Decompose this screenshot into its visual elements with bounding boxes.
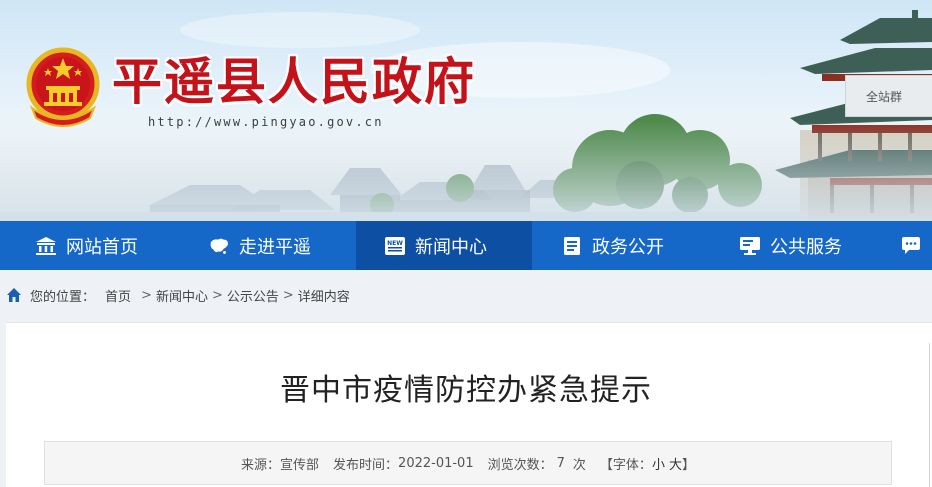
monitor-icon [739,235,761,257]
nav-item-interaction[interactable] [888,221,932,270]
nav-item-label: 新闻中心 [415,236,487,258]
chat-bubble-icon [900,235,922,257]
views-unit: 次 [572,457,586,473]
date-value: 2022-01-01 [398,455,474,471]
nav-item-about[interactable]: 走进平遥 [178,221,356,270]
nav-item-services[interactable]: 公共服务 [710,221,888,270]
date-label: 发布时间： [333,457,399,473]
nav-item-label: 公共服务 [770,236,842,258]
site-group-button[interactable]: 全站群 [845,75,932,117]
font-large-link[interactable]: 大 [669,454,682,473]
breadcrumb-separator: > [211,287,223,303]
nav-item-label: 政务公开 [592,236,664,258]
breadcrumb-separator: > [282,287,294,303]
article-title: 晋中市疫情防控办紧急提示 [280,373,652,408]
breadcrumb-home[interactable]: 首页 [105,286,131,305]
breadcrumb-separator: > [141,287,152,303]
nav-item-affairs[interactable]: 政务公开 [532,221,710,270]
breadcrumb-prefix: 您的位置： [30,289,96,305]
home-icon [7,288,21,302]
nav-item-home[interactable]: 网站首页 [0,221,178,270]
breadcrumb: 您的位置： 首页 > 新闻中心 > 公示公告 > 详细内容 [0,270,932,320]
breadcrumb-news[interactable]: 新闻中心 [156,286,208,305]
document-icon [561,235,583,257]
svg-text:NEW: NEW [387,240,403,247]
bank-icon [35,235,57,257]
article-panel: 晋中市疫情防控办紧急提示 来源： 宣传部 发布时间： 2022-01-01 浏览… [6,322,932,487]
site-title: 平遥县人民政府 [112,52,476,111]
nav-item-label: 走进平遥 [239,236,311,258]
panel-divider [929,343,930,487]
breadcrumb-notices[interactable]: 公示公告 [227,286,279,305]
font-small-link[interactable]: 小 [652,454,665,473]
font-size-close: 】 [681,457,695,473]
banner-haze [0,120,932,221]
views-value: 7 [556,455,565,471]
site-banner: 平遥县人民政府 http://www.pingyao.gov.cn 全站群 [0,0,932,221]
views-label: 浏览次数： [487,457,553,473]
main-nav: 网站首页 走进平遥 NEW 新闻中心 政务公开 公共服务 [0,221,932,270]
nav-item-news[interactable]: NEW 新闻中心 [356,221,532,270]
nav-item-label: 网站首页 [66,236,138,258]
source-label: 来源： [241,457,281,473]
font-size-label: 【字体： [599,457,652,473]
article-meta: 来源： 宣传部 发布时间： 2022-01-01 浏览次数： 7 次 【字体： … [44,441,892,485]
national-emblem-icon [26,47,100,127]
site-url: http://www.pingyao.gov.cn [148,115,384,129]
newspaper-icon: NEW [384,235,406,257]
china-map-icon [208,235,230,257]
breadcrumb-detail: 详细内容 [297,289,350,305]
source-value: 宣传部 [280,457,320,473]
